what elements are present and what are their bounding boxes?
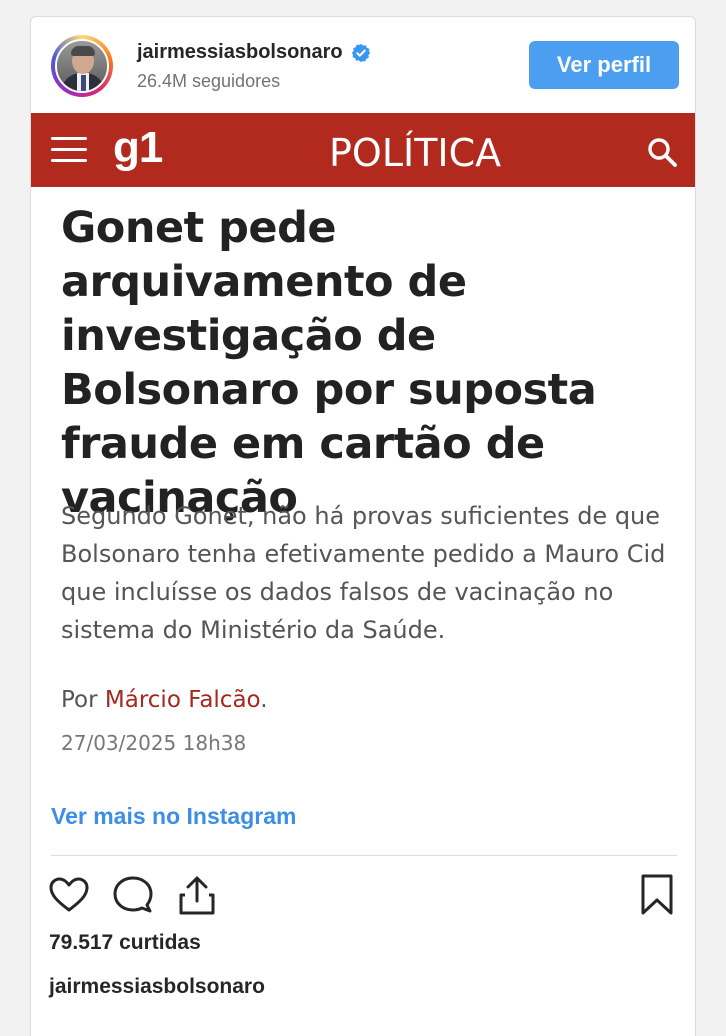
menu-icon xyxy=(51,137,87,163)
section-title: POLÍTICA xyxy=(329,131,502,175)
view-profile-button[interactable]: Ver perfil xyxy=(529,41,679,89)
verified-badge-icon xyxy=(351,43,370,62)
username-text[interactable]: jairmessiasbolsonaro xyxy=(137,41,343,64)
profile-username[interactable]: jairmessiasbolsonaro xyxy=(137,41,371,64)
comment-icon[interactable] xyxy=(111,873,155,917)
share-icon[interactable] xyxy=(175,873,219,917)
instagram-embed-card: jairmessiasbolsonaro 26.4M seguidores Ve… xyxy=(30,16,696,1036)
g1-logo: g1 xyxy=(113,123,163,172)
avatar[interactable] xyxy=(55,39,109,93)
caption-username[interactable]: jairmessiasbolsonaro xyxy=(49,975,265,999)
author-name: Márcio Falcão xyxy=(104,687,261,713)
g1-header-bar: g1 POLÍTICA xyxy=(31,113,695,187)
post-header: jairmessiasbolsonaro 26.4M seguidores Ve… xyxy=(31,17,695,113)
see-more-on-instagram-link[interactable]: Ver mais no Instagram xyxy=(51,803,296,830)
publish-date: 27/03/2025 18h38 xyxy=(61,731,247,755)
byline-suffix: . xyxy=(260,687,268,713)
byline: Por Márcio Falcão. xyxy=(61,687,268,713)
search-icon xyxy=(648,138,677,167)
article-lead: Segundo Gonet, não há provas suficientes… xyxy=(61,502,666,644)
bookmark-icon[interactable] xyxy=(635,873,679,917)
heart-icon[interactable] xyxy=(47,873,91,917)
like-count[interactable]: 79.517 curtidas xyxy=(49,931,201,955)
byline-prefix: Por xyxy=(61,687,98,713)
divider xyxy=(51,855,677,856)
article-headline: Gonet pede arquivamento de investigação … xyxy=(61,203,597,523)
follower-count: 26.4M seguidores xyxy=(137,71,281,91)
